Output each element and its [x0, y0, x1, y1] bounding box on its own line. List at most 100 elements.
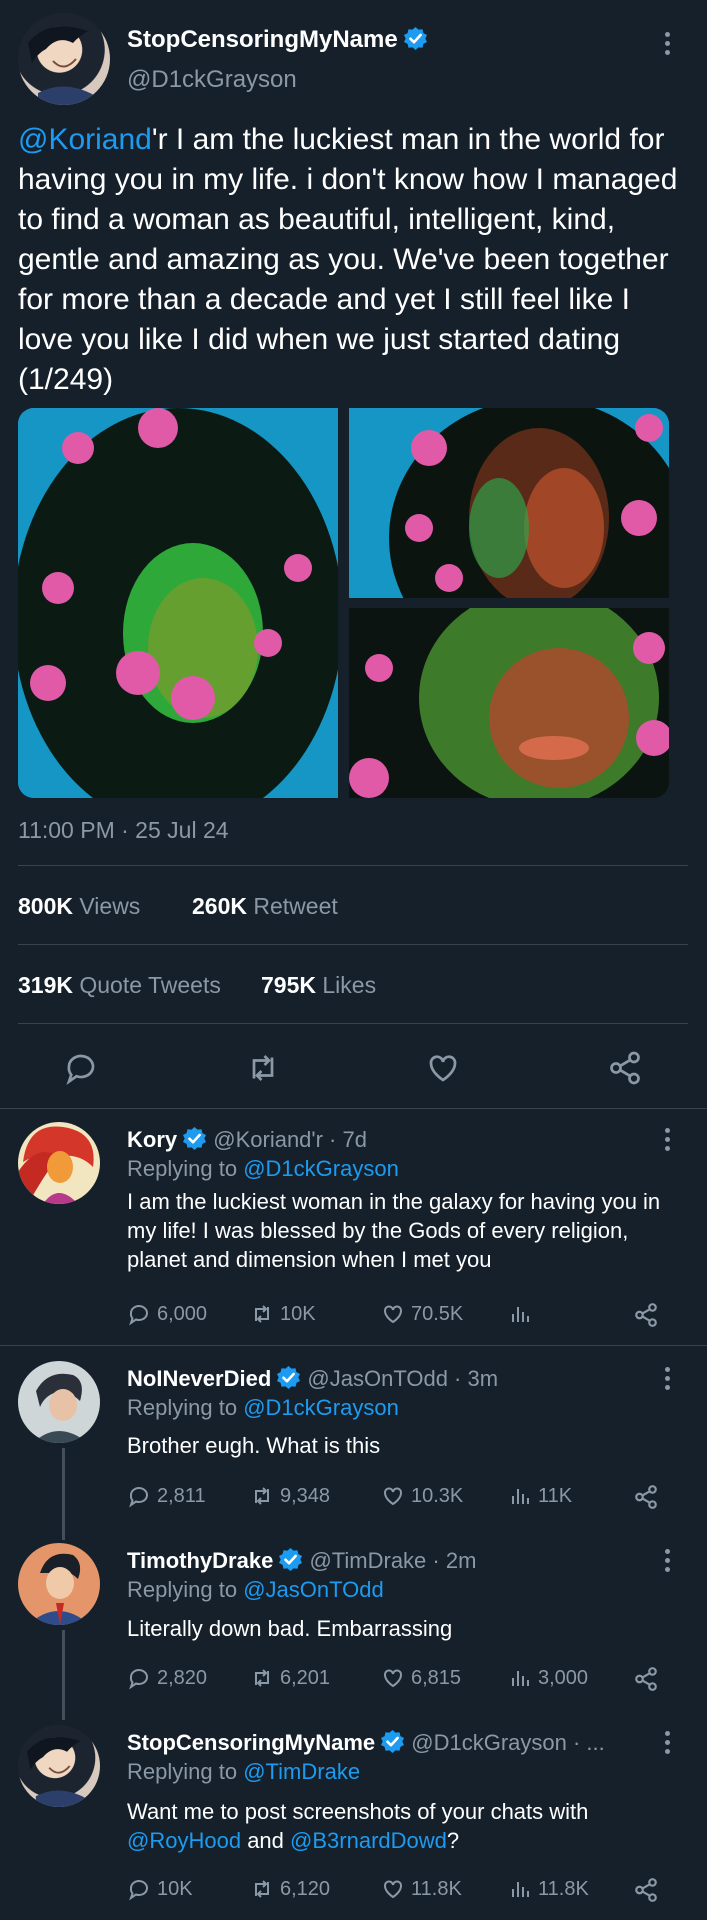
mention-link[interactable]: @Koriand	[18, 123, 152, 156]
verified-badge-icon	[278, 1547, 304, 1572]
reply-author-name[interactable]: StopCensoringMyName	[127, 1730, 375, 1755]
share-icon	[635, 1485, 657, 1509]
share-icon	[635, 1878, 657, 1902]
tweet-photo-3[interactable]	[349, 608, 669, 798]
author-handle[interactable]: @D1ckGrayson	[127, 66, 297, 94]
retweet-icon	[255, 1880, 269, 1898]
tweet-photo-2[interactable]	[349, 408, 669, 598]
reply-action[interactable]: 6,000	[127, 1302, 207, 1326]
verified-badge-icon	[182, 1126, 208, 1151]
divider	[18, 1023, 688, 1024]
retweet-action[interactable]: 6,201	[250, 1666, 330, 1690]
reply-avatar[interactable]	[18, 1361, 100, 1443]
reply-meta[interactable]: @D1ckGrayson · ...	[411, 1730, 605, 1755]
like-action[interactable]: 70.5K	[381, 1302, 463, 1326]
reply-text: Brother eugh. What is this	[127, 1433, 381, 1458]
reply-action[interactable]: 2,820	[127, 1666, 207, 1690]
views-action[interactable]: 3,000	[508, 1666, 588, 1690]
reply-author-name[interactable]: TimothyDrake	[127, 1548, 273, 1573]
author-name[interactable]: StopCensoringMyName	[127, 26, 428, 54]
replying-to-link[interactable]: @D1ckGrayson	[243, 1395, 399, 1420]
reply-header: TimothyDrake @TimDrake · 2m	[127, 1547, 476, 1574]
share-action[interactable]	[633, 1877, 659, 1903]
verified-badge-icon	[402, 26, 428, 51]
retweet-icon	[255, 1305, 269, 1323]
reply-avatar[interactable]	[18, 1543, 100, 1625]
views-action[interactable]	[508, 1302, 532, 1326]
divider	[18, 865, 688, 866]
share-action[interactable]	[633, 1666, 659, 1692]
reply-icon	[129, 1305, 148, 1326]
verified-badge-icon	[380, 1729, 406, 1754]
likes-stat[interactable]: 795K Likes	[261, 972, 376, 999]
views-icon	[512, 1671, 529, 1686]
like-action[interactable]: 6,815	[381, 1666, 461, 1690]
views-icon	[512, 1489, 529, 1504]
reply-avatar[interactable]	[18, 1122, 100, 1204]
replying-to: Replying to @D1ckGrayson	[127, 1156, 399, 1181]
reply-icon	[129, 1880, 148, 1901]
replying-to-link[interactable]: @TimDrake	[243, 1759, 360, 1784]
divider	[18, 944, 688, 945]
reply-author-name[interactable]: NoINeverDied	[127, 1366, 271, 1391]
retweets-stat[interactable]: 260K Retweet	[192, 893, 338, 920]
author-avatar[interactable]	[18, 13, 110, 105]
like-icon[interactable]	[425, 1050, 461, 1086]
share-action[interactable]	[633, 1302, 659, 1328]
reply-meta[interactable]: @JasOnTOdd · 3m	[307, 1366, 498, 1391]
reply-meta[interactable]: @TimDrake · 2m	[309, 1548, 476, 1573]
retweet-icon	[255, 1669, 269, 1687]
reply-header: StopCensoringMyName @D1ckGrayson · ...	[127, 1729, 605, 1756]
views-action[interactable]: 11.8K	[508, 1877, 589, 1901]
reply-action[interactable]: 2,811	[127, 1484, 206, 1508]
replying-to: Replying to @TimDrake	[127, 1759, 361, 1784]
share-icon[interactable]	[607, 1050, 643, 1086]
reply-header: Kory @Koriand'r · 7d	[127, 1126, 367, 1153]
more-icon[interactable]	[665, 1128, 673, 1155]
share-action[interactable]	[633, 1484, 659, 1510]
reply-meta[interactable]: @Koriand'r · 7d	[213, 1127, 367, 1152]
views-icon	[512, 1307, 529, 1322]
quotes-stat[interactable]: 319K Quote Tweets	[18, 972, 221, 999]
views-stat[interactable]: 800K Views	[18, 893, 140, 920]
like-icon	[384, 1305, 402, 1324]
reply-author-name[interactable]: Kory	[127, 1127, 177, 1152]
reply-avatar[interactable]	[18, 1725, 100, 1807]
like-icon	[384, 1880, 402, 1899]
more-icon[interactable]	[665, 1731, 673, 1758]
retweet-action[interactable]: 9,348	[250, 1484, 330, 1508]
like-icon	[384, 1487, 402, 1506]
more-icon[interactable]	[665, 32, 673, 59]
replying-to-link[interactable]: @JasOnTOdd	[243, 1577, 384, 1602]
retweet-icon[interactable]	[245, 1050, 281, 1086]
views-icon	[512, 1882, 529, 1897]
share-icon	[635, 1667, 657, 1691]
tweet-timestamp[interactable]: 11:00 PM · 25 Jul 24	[18, 817, 229, 844]
replying-to: Replying to @JasOnTOdd	[127, 1577, 384, 1602]
retweet-action[interactable]: 10K	[250, 1302, 316, 1326]
reply-icon[interactable]	[63, 1050, 99, 1086]
reply-icon	[129, 1669, 148, 1690]
replying-to-link[interactable]: @D1ckGrayson	[243, 1156, 399, 1181]
like-action[interactable]: 10.3K	[381, 1484, 463, 1508]
reply-action[interactable]: 10K	[127, 1877, 193, 1901]
reply-text: Literally down bad. Embarrassing	[127, 1616, 453, 1641]
reply-text: Want me to post screenshots of your chat…	[127, 1799, 589, 1853]
retweet-icon	[255, 1487, 269, 1505]
more-icon[interactable]	[665, 1367, 673, 1394]
divider	[0, 1345, 707, 1346]
thread-line	[62, 1448, 65, 1540]
divider	[0, 1108, 707, 1109]
reply-text: I am the luckiest woman in the galaxy fo…	[127, 1189, 661, 1272]
tweet-photo-1[interactable]	[18, 408, 338, 798]
thread-line	[62, 1630, 65, 1720]
share-icon	[635, 1303, 657, 1327]
like-action[interactable]: 11.8K	[381, 1877, 462, 1901]
views-action[interactable]: 11K	[508, 1484, 572, 1508]
replying-to: Replying to @D1ckGrayson	[127, 1395, 399, 1420]
mention-link[interactable]: @RoyHood	[127, 1828, 241, 1853]
mention-link[interactable]: @B3rnardDowd	[290, 1828, 447, 1853]
more-icon[interactable]	[665, 1549, 673, 1576]
retweet-action[interactable]: 6,120	[250, 1877, 330, 1901]
like-icon	[384, 1669, 402, 1688]
